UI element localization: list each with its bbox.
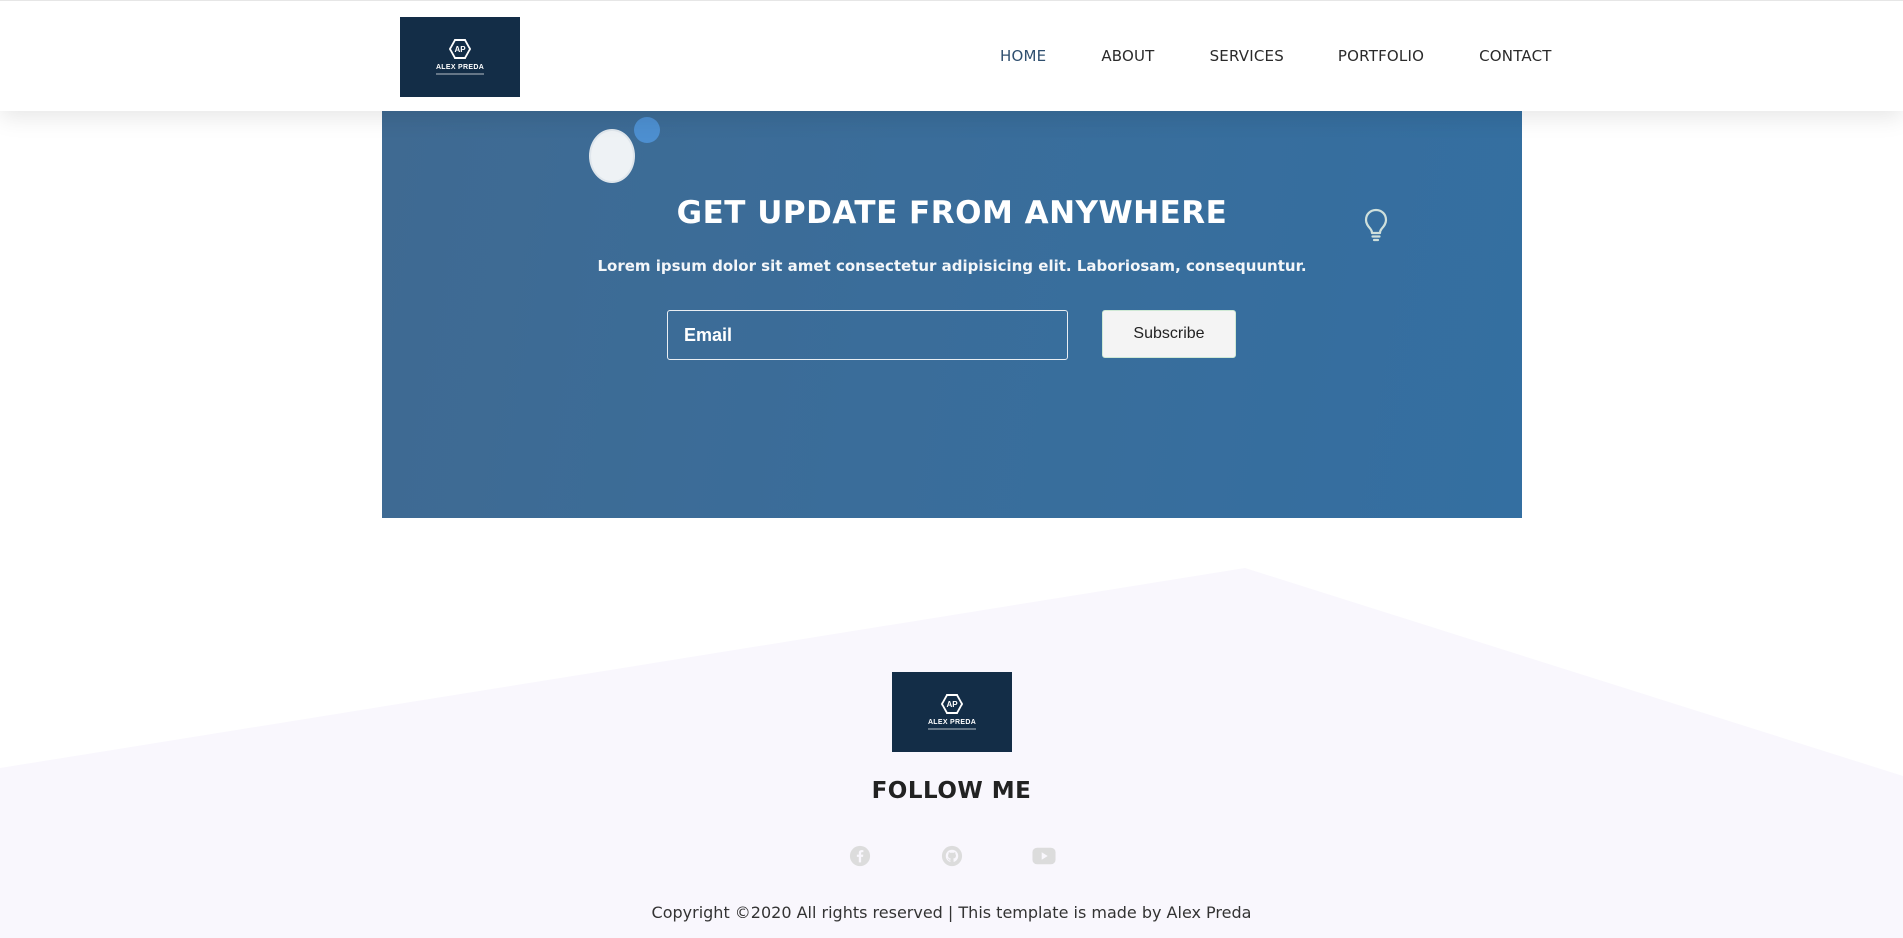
logo-hexagon-icon: AP bbox=[941, 694, 963, 714]
logo-tagline-line bbox=[928, 728, 976, 730]
logo-name: ALEX PREDA bbox=[435, 64, 485, 71]
nav-link-about[interactable]: ABOUT bbox=[1101, 47, 1154, 65]
newsletter-title: GET UPDATE FROM ANYWHERE bbox=[676, 195, 1228, 231]
subscribe-button[interactable]: Subscribe bbox=[1102, 310, 1236, 358]
copyright-text: Copyright ©2020 All rights reserved | Th… bbox=[651, 903, 1252, 922]
decorative-bubble bbox=[589, 129, 635, 183]
navbar: AP ALEX PREDA HOME ABOUT SERVICES PORTFO… bbox=[0, 0, 1903, 111]
follow-me-heading: FOLLOW ME bbox=[871, 778, 1032, 804]
decorative-dot bbox=[634, 117, 660, 143]
newsletter-section: GET UPDATE FROM ANYWHERE Lorem ipsum dol… bbox=[382, 111, 1522, 518]
header-logo[interactable]: AP ALEX PREDA bbox=[400, 17, 520, 97]
logo-hexagon-icon: AP bbox=[449, 39, 471, 59]
nav-link-home[interactable]: HOME bbox=[1000, 47, 1046, 65]
newsletter-subtitle: Lorem ipsum dolor sit amet consectetur a… bbox=[597, 257, 1307, 275]
nav-link-services[interactable]: SERVICES bbox=[1210, 47, 1284, 65]
logo-initials: AP bbox=[943, 696, 961, 712]
main-nav: HOME ABOUT SERVICES PORTFOLIO CONTACT bbox=[1000, 47, 1552, 65]
social-links bbox=[0, 844, 1903, 868]
email-input[interactable] bbox=[667, 310, 1068, 360]
footer: AP ALEX PREDA FOLLOW ME Copyright ©2020 … bbox=[0, 560, 1903, 938]
youtube-icon[interactable] bbox=[1031, 844, 1056, 868]
nav-link-contact[interactable]: CONTACT bbox=[1479, 47, 1552, 65]
footer-logo[interactable]: AP ALEX PREDA bbox=[892, 672, 1012, 752]
logo-tagline-line bbox=[436, 73, 484, 75]
logo-initials: AP bbox=[451, 41, 469, 57]
nav-link-portfolio[interactable]: PORTFOLIO bbox=[1338, 47, 1424, 65]
facebook-icon[interactable] bbox=[848, 844, 872, 868]
logo-name: ALEX PREDA bbox=[927, 719, 977, 726]
github-icon[interactable] bbox=[940, 844, 964, 868]
